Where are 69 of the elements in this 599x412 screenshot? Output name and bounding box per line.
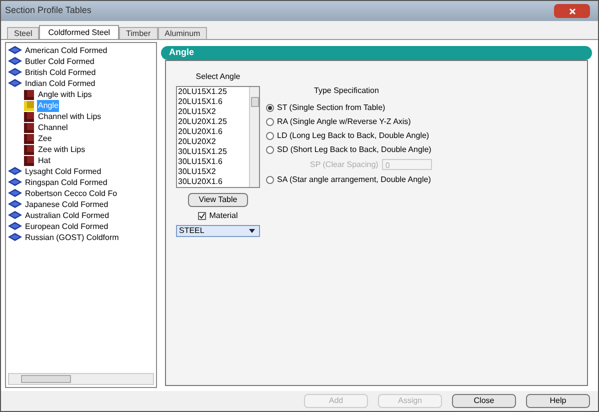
list-item[interactable]: 20LU20X1.25 (178, 117, 249, 127)
radio-label: RA (Single Angle w/Reverse Y-Z Axis) (277, 116, 411, 128)
tree-item[interactable]: British Cold Formed (8, 67, 156, 78)
list-item[interactable]: 20LU20X2 (178, 137, 249, 147)
stack-icon (8, 79, 22, 88)
material-dropdown[interactable]: STEEL (176, 225, 260, 237)
tree-item[interactable]: Butler Cold Formed (8, 56, 156, 67)
stack-icon (8, 57, 22, 66)
tree-item[interactable]: European Cold Formed (8, 221, 156, 232)
stack-icon (8, 167, 22, 176)
tree-item[interactable]: Japanese Cold Formed (8, 199, 156, 210)
radio-label: SA (Star angle arrangement, Double Angle) (277, 174, 431, 186)
stack-icon (8, 46, 22, 55)
list-item[interactable]: 30LU15X1.25 (178, 147, 249, 157)
checkbox-label: Material (209, 210, 238, 222)
list-item[interactable]: 20LU20X1.6 (178, 127, 249, 137)
radio-button[interactable] (266, 118, 274, 126)
list-label: Select Angle (196, 71, 240, 83)
tab[interactable]: Timber (119, 27, 158, 39)
list-item[interactable]: 30LU15X1.6 (178, 157, 249, 167)
tab[interactable]: Coldformed Steel (39, 25, 120, 39)
stack-icon (8, 68, 22, 77)
list-item[interactable]: 20LU15X2 (178, 107, 249, 117)
group-label: Type Specification (313, 85, 380, 97)
tree-item[interactable]: Robertson Cecco Cold Fo (8, 188, 156, 199)
radio-label: SD (Short Leg Back to Back, Double Angle) (277, 144, 432, 156)
window-title: Section Profile Tables (5, 4, 92, 18)
tab[interactable]: Steel (7, 27, 40, 39)
radio-button[interactable] (266, 176, 274, 184)
tree-item[interactable]: Indian Cold Formed (8, 78, 156, 89)
tree-item[interactable]: Zee (8, 133, 156, 144)
stack-icon (8, 211, 22, 220)
tree-item[interactable]: Angle with Lips (8, 89, 156, 100)
vertical-scrollbar[interactable] (249, 87, 259, 187)
radio-button[interactable] (266, 132, 274, 140)
stack-icon (8, 178, 22, 187)
list-item[interactable]: 20LU15X1.6 (178, 97, 249, 107)
caret-icon (249, 229, 255, 233)
radio-button[interactable] (266, 104, 274, 112)
panel-title: Angle (169, 46, 194, 60)
close-button[interactable] (554, 4, 590, 18)
tree-item[interactable]: Russian (GOST) Coldform (8, 232, 156, 243)
dialog-button[interactable]: Close (452, 394, 516, 408)
tree-item[interactable]: Australian Cold Formed (8, 210, 156, 221)
stack-icon (8, 200, 22, 209)
list-item[interactable]: 20LU15X1.25 (178, 87, 249, 97)
stack-icon (8, 222, 22, 231)
tree-item[interactable]: Channel (8, 122, 156, 133)
field-label: SP (Clear Spacing) (310, 158, 378, 170)
stack-icon (8, 189, 22, 198)
horizontal-scrollbar[interactable] (8, 373, 154, 385)
tree-item[interactable]: Channel with Lips (8, 111, 156, 122)
tree-item[interactable]: Ringspan Cold Formed (8, 177, 156, 188)
tree-item[interactable]: Lysaght Cold Formed (8, 166, 156, 177)
list-item[interactable]: 30LU20X1.6 (178, 177, 249, 187)
close-icon (568, 8, 576, 14)
tab[interactable]: Aluminum (158, 27, 208, 39)
angle-list[interactable]: 20LU15X1.25 20LU15X1.6 20LU15X2 20LU20X1.25 20LU20X1.6 20LU20X2 30LU15X1.25 30LU15X1.6 30LU15X2 30LU20X1.6 (176, 86, 260, 188)
stack-icon (8, 233, 22, 242)
radio-label: LD (Long Leg Back to Back, Double Angle) (277, 130, 430, 142)
radio-button[interactable] (266, 146, 274, 154)
tree-item[interactable]: American Cold Formed (8, 45, 156, 56)
radio-label: ST (Single Section from Table) (277, 102, 386, 114)
list-item[interactable]: 30LU15X2 (178, 167, 249, 177)
tree-item[interactable]: Zee with Lips (8, 144, 156, 155)
tree-item[interactable]: Hat (8, 155, 156, 166)
checkbox[interactable] (198, 212, 206, 220)
dialog-button[interactable]: Help (526, 394, 590, 408)
view-table-button[interactable]: View Table (188, 193, 248, 207)
